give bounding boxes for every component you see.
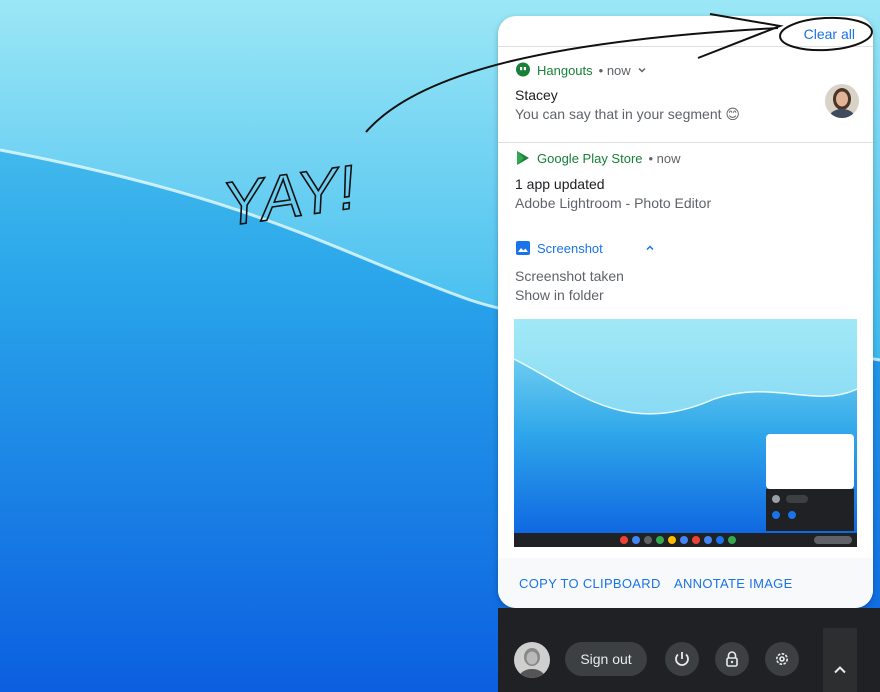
sign-out-label: Sign out <box>580 651 632 667</box>
lock-icon <box>726 651 738 667</box>
power-button[interactable] <box>665 642 699 676</box>
notification-time: • now <box>598 62 631 78</box>
notification-body: You can say that in your segment 😊 <box>515 106 740 122</box>
screenshot-preview[interactable] <box>514 319 857 547</box>
hangouts-icon <box>516 62 530 77</box>
annotate-image-button[interactable]: ANNOTATE IMAGE <box>674 576 793 591</box>
notification-title: Screenshot taken <box>515 268 624 284</box>
notification-title: Stacey <box>515 87 558 103</box>
show-in-folder-link[interactable]: Show in folder <box>515 287 604 303</box>
notification-app-name: Hangouts <box>537 62 593 78</box>
notification-actions: COPY TO CLIPBOARD ANNOTATE IMAGE <box>498 558 873 608</box>
settings-button[interactable] <box>765 642 799 676</box>
user-avatar[interactable] <box>514 642 550 678</box>
play-store-icon <box>517 151 529 165</box>
copy-to-clipboard-button[interactable]: COPY TO CLIPBOARD <box>519 576 661 591</box>
notification-center: Clear all Hangouts • now Stacey You can … <box>498 16 873 608</box>
gear-icon <box>776 653 788 665</box>
notification-time: • now <box>648 150 681 166</box>
collapse-button[interactable] <box>823 628 857 692</box>
chevron-up-icon <box>834 666 846 674</box>
avatar <box>825 84 859 118</box>
power-icon <box>675 652 689 666</box>
notification-app-name: Google Play Store <box>537 150 643 166</box>
lock-button[interactable] <box>715 642 749 676</box>
divider <box>498 142 873 143</box>
sign-out-button[interactable]: Sign out <box>565 642 647 676</box>
notification-body: Adobe Lightroom - Photo Editor <box>515 195 712 211</box>
divider <box>498 46 873 47</box>
notification-app-name: Screenshot <box>537 240 603 256</box>
chevron-down-icon[interactable] <box>637 65 647 75</box>
screenshot-icon <box>516 241 530 255</box>
quick-settings-shelf: Sign out <box>498 608 880 692</box>
chevron-up-icon[interactable] <box>645 243 655 253</box>
clear-all-button[interactable]: Clear all <box>804 26 855 42</box>
notification-title: 1 app updated <box>515 176 605 192</box>
